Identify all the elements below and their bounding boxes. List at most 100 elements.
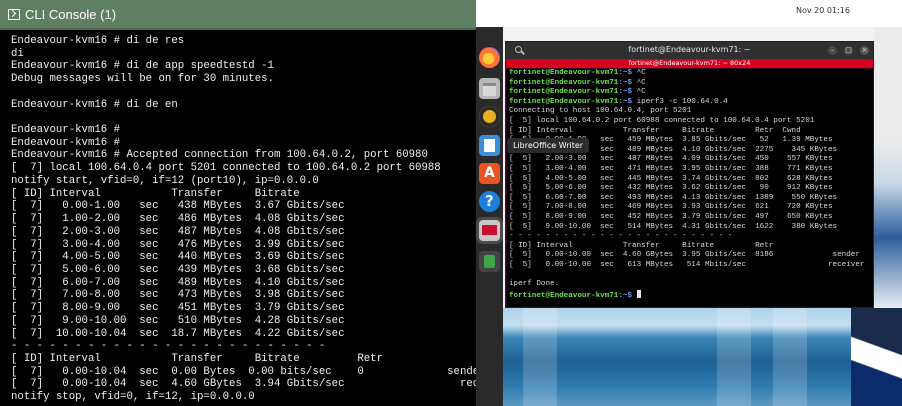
cli-line: Endeavour-kvm16 # Accepted connection fr… [11, 149, 428, 162]
cli-line: [ ID] Interval Transfer Bitrate Retr [11, 352, 383, 365]
terminal-line: [ ID] Interval Transfer Bitrate Retr Cwn… [509, 127, 864, 137]
cli-line: [ 7] 2.00-3.00 sec 487 MBytes 4.08 Gbits… [11, 225, 345, 238]
terminal-line-text: ^C [632, 69, 646, 77]
wallpaper-band [523, 308, 557, 406]
terminal-line: [ 5] 9.00-10.00 sec 514 MBytes 4.31 Gbit… [509, 223, 864, 233]
remote-desktop: Nov 20 01:16 LibreOffice Writer fortinet… [476, 0, 902, 406]
firefox-icon[interactable] [479, 47, 500, 68]
prompt-user: fortinet@Endeavour-kvm71 [509, 69, 619, 77]
terminal-icon [8, 9, 20, 20]
terminal-line-text: [ ID] Interval Transfer Bitrate Retr [509, 241, 774, 250]
terminal-tab-title: fortinet@Endeavour-kvm71: ~ 80x24 [628, 59, 751, 67]
terminal-line: [ 5] 3.00-4.00 sec 471 MBytes 3.95 Gbits… [509, 165, 864, 175]
terminal-line: [ 5] 2.00-3.00 sec 487 MBytes 4.09 Gbits… [509, 155, 864, 165]
dock [476, 27, 503, 406]
cli-line: [ 7] 9.00-10.00 sec 510 MBytes 4.28 Gbit… [11, 314, 345, 327]
cli-line: [ 7] 8.00-9.00 sec 451 MBytes 3.79 Gbits… [11, 302, 345, 315]
terminal-line: - - - - - - - - - - - - - - - - - - - - … [509, 232, 864, 242]
maximize-button[interactable]: □ [844, 46, 853, 55]
libreoffice-writer-icon[interactable] [479, 135, 500, 156]
terminal-line: [ 5] 0.00-10.00 sec 613 MBytes 514 Mbits… [509, 261, 864, 271]
cli-line: Endeavour-kvm16 # di de res [11, 35, 185, 47]
cli-line: [ 7] 3.00-4.00 sec 476 MBytes 3.99 Gbits… [11, 238, 345, 251]
cli-line: [ 7] 0.00-1.00 sec 438 MBytes 3.67 Gbits… [11, 200, 345, 213]
cli-line: Endeavour-kvm16 # [11, 136, 121, 149]
terminal-line-text: iperf3 -c 100.64.0.4 [632, 97, 728, 106]
text-cursor [636, 289, 642, 298]
terminal-line-text: ^C [632, 78, 646, 87]
wallpaper [503, 308, 902, 406]
terminal-line: [ ID] Interval Transfer Bitrate Retr [509, 242, 864, 252]
cli-console-window: CLI Console (1) Endeavour-kvm16 # di de … [0, 0, 476, 406]
terminal-line-text: - - - - - - - - - - - - - - - - - - - - … [509, 232, 733, 241]
cli-line: notify start, vfid=0, if=12 (port10), ip… [11, 174, 319, 187]
wallpaper-edge [874, 27, 902, 308]
cli-line: [ 7] 6.00-7.00 sec 489 MBytes 4.10 Gbits… [11, 276, 345, 289]
help-icon[interactable] [479, 191, 500, 212]
rhythmbox-icon[interactable] [479, 106, 500, 127]
prompt-path: :~$ [618, 69, 633, 77]
terminal-line: fortinet@Endeavour-kvm71:~$ ^C [509, 79, 864, 89]
terminal-line: [ 5] 8.00-9.00 sec 452 MBytes 3.79 Gbits… [509, 213, 864, 223]
terminal-line-text: ^C [632, 88, 646, 97]
terminal-tab[interactable]: fortinet@Endeavour-kvm71: ~ 80x24 [506, 59, 873, 68]
terminal-line: iperf Done. [509, 280, 864, 290]
prompt-user: fortinet@Endeavour-kvm71 [509, 88, 619, 97]
terminal-line-text: [ 5] 8.00-9.00 sec 452 MBytes 3.79 Gbits… [509, 212, 833, 221]
cli-line: notify stop, vfid=0, if=12, ip=0.0.0.0 [11, 391, 255, 404]
close-button[interactable]: × [860, 46, 869, 55]
minimize-button[interactable]: – [828, 46, 837, 55]
prompt-user: fortinet@Endeavour-kvm71 [509, 291, 619, 300]
terminal-line-text: Connecting to host 100.64.0.4, port 5201 [509, 107, 692, 116]
prompt-path: :~$ [618, 88, 633, 97]
terminal-window[interactable]: fortinet@Endeavour-kvm71: ~ – □ × fortin… [505, 41, 874, 308]
terminal-line: [ 5] local 100.64.0.2 port 60988 connect… [509, 117, 864, 127]
terminal-output[interactable]: fortinet@Endeavour-kvm71:~$ ^C fortinet@E… [507, 69, 873, 307]
prompt-user: fortinet@Endeavour-kvm71 [509, 78, 619, 87]
terminal-line-text: [ ID] Interval Transfer Bitrate Retr Cwn… [509, 126, 801, 135]
cli-console-titlebar: CLI Console (1) [0, 0, 476, 30]
sailboat-image [851, 308, 902, 406]
cli-line: [ 7] 5.00-6.00 sec 439 MBytes 3.68 Gbits… [11, 263, 345, 276]
cli-line: [ 7] 4.00-5.00 sec 440 MBytes 3.69 Gbits… [11, 251, 345, 264]
cli-line: [ ID] Interval Transfer Bitrate [11, 187, 300, 200]
trash-icon[interactable] [479, 251, 500, 272]
desktop-top-bar: Nov 20 01:16 [476, 0, 902, 27]
cli-console-output[interactable]: Endeavour-kvm16 # di de res di Endeavour-k… [11, 35, 476, 404]
cli-line: Endeavour-kvm16 # di de app speedtestd -… [11, 60, 274, 73]
terminal-line-text: [ 5] local 100.64.0.2 port 60988 connect… [509, 116, 815, 125]
cli-line: Endeavour-kvm16 # [11, 124, 121, 137]
app-center-icon[interactable] [479, 163, 500, 184]
terminal-headerbar[interactable]: fortinet@Endeavour-kvm71: ~ – □ × [506, 42, 873, 59]
terminal-line-text: [ 5] 0.00-10.00 sec 4.60 GBytes 3.95 Gbi… [509, 251, 860, 260]
terminal-line: [ 5] 5.00-6.00 sec 432 MBytes 3.62 Gbits… [509, 184, 864, 194]
cli-line [11, 111, 473, 124]
cli-line: [ 7] 0.00-10.04 sec 0.00 Bytes 0.00 bits… [11, 365, 476, 378]
prompt-user: fortinet@Endeavour-kvm71 [509, 97, 619, 106]
terminal-line-text: [ 5] 7.00-8.00 sec 469 MBytes 3.93 Gbits… [509, 203, 833, 212]
terminal-line: Connecting to host 100.64.0.4, port 5201 [509, 107, 864, 117]
prompt-path: :~$ [618, 97, 633, 106]
terminal-line-text: [ 5] 3.00-4.00 sec 471 MBytes 3.95 Gbits… [509, 164, 833, 173]
terminal-line-text: [ 5] 5.00-6.00 sec 432 MBytes 3.62 Gbits… [509, 184, 833, 193]
clock[interactable]: Nov 20 01:16 [796, 6, 850, 15]
cli-line: di [11, 47, 24, 60]
cli-line: [ 7] 7.00-8.00 sec 473 MBytes 3.98 Gbits… [11, 289, 345, 302]
terminal-line-text: iperf Done. [509, 280, 560, 289]
wallpaper-band [717, 308, 751, 406]
terminal-line: fortinet@Endeavour-kvm71:~$ iperf3 -c 10… [509, 98, 864, 108]
terminal-line: [ 5] 6.00-7.00 sec 493 MBytes 4.13 Gbits… [509, 194, 864, 204]
terminal-line: fortinet@Endeavour-kvm71:~$ ^C [509, 88, 864, 98]
cli-line [11, 86, 473, 99]
prompt-path: :~$ [618, 78, 633, 87]
remote-desktop-icon[interactable] [479, 220, 500, 241]
terminal-line: fortinet@Endeavour-kvm71:~$ ^C [509, 69, 864, 79]
cli-line: [ 7] local 100.64.0.4 port 5201 connecte… [11, 162, 441, 175]
prompt-path: :~$ [618, 291, 633, 300]
cli-line: Debug messages will be on for 30 minutes… [11, 73, 274, 86]
files-icon[interactable] [479, 78, 500, 99]
terminal-title: fortinet@Endeavour-kvm71: ~ [628, 45, 751, 54]
terminal-line: fortinet@Endeavour-kvm71:~$ [509, 289, 864, 300]
cli-line: - - - - - - - - - - - - - - - - - - - - … [11, 340, 326, 353]
